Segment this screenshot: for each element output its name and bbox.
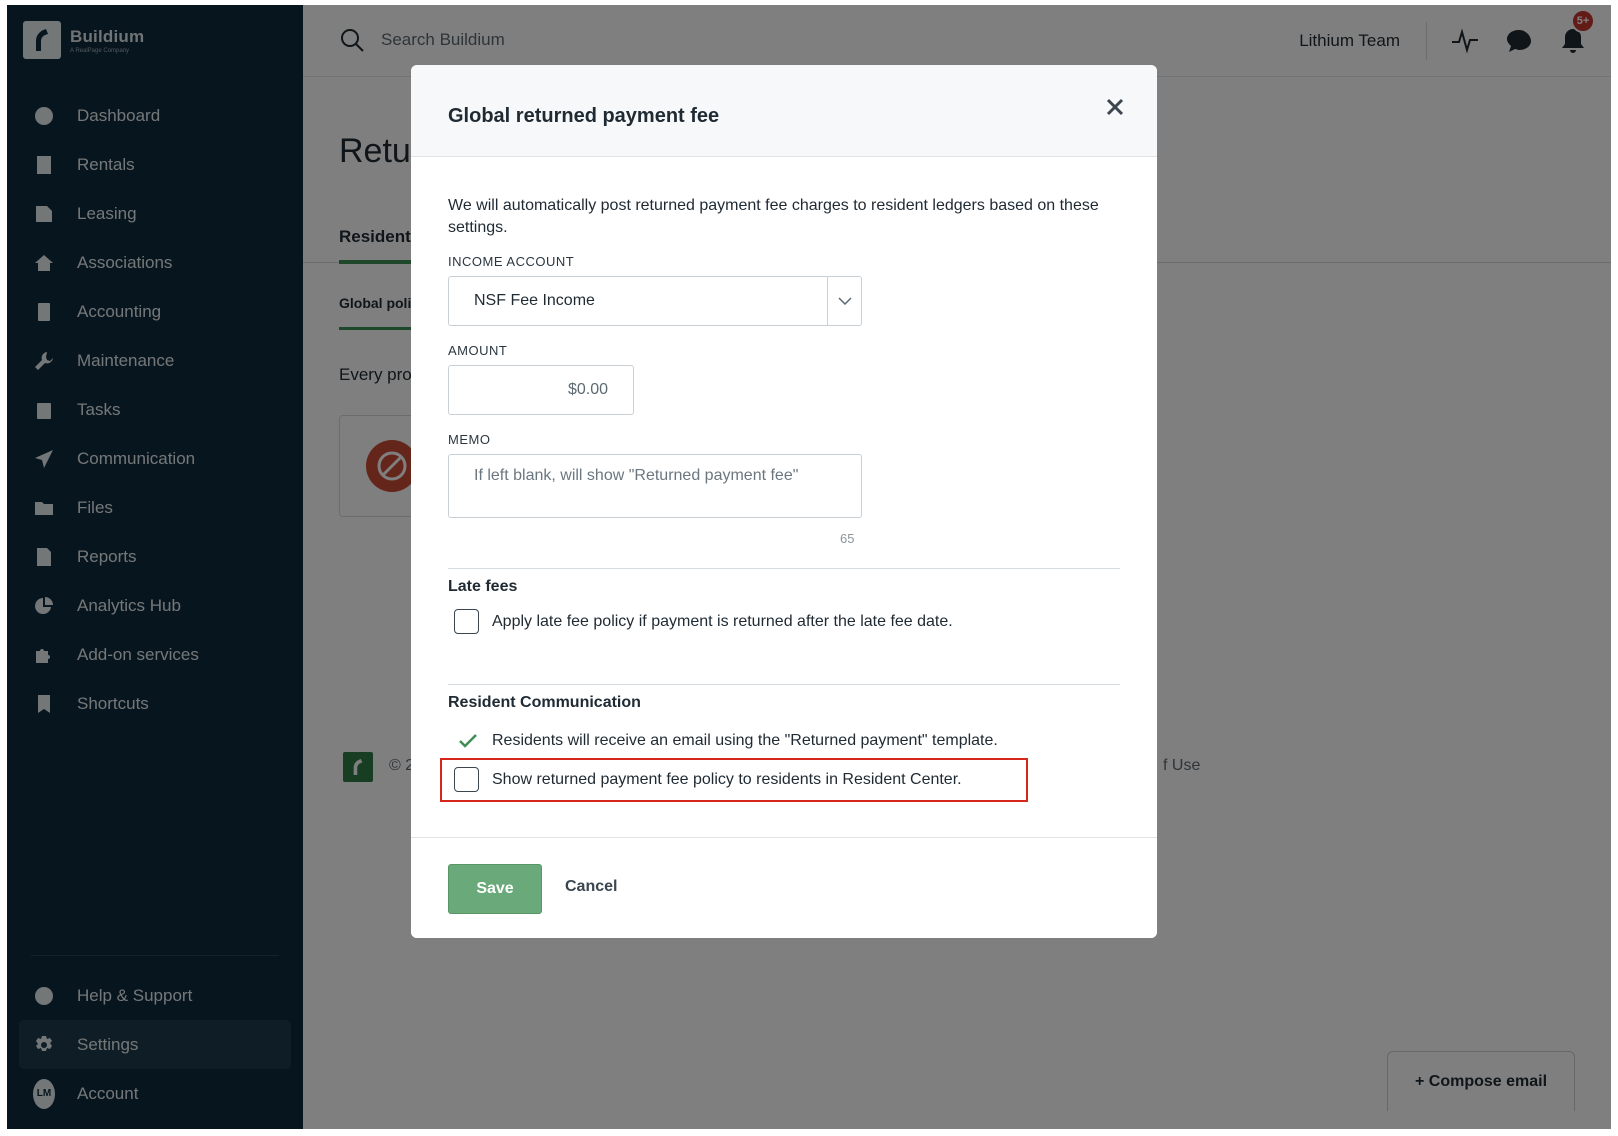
section-divider (448, 684, 1120, 685)
email-notice-row: Residents will receive an email using th… (458, 732, 998, 750)
show-policy-checkbox[interactable] (454, 767, 479, 792)
show-policy-checkbox-label[interactable]: Show returned payment fee policy to resi… (492, 771, 962, 789)
modal-header: Global returned payment fee (411, 65, 1157, 157)
modal-title: Global returned payment fee (448, 105, 720, 127)
checkmark-icon (459, 734, 477, 748)
amount-label: AMOUNT (448, 343, 508, 358)
income-account-select[interactable]: NSF Fee Income (448, 276, 862, 326)
modal-intro-text: We will automatically post returned paym… (448, 197, 1099, 236)
late-fees-title: Late fees (448, 578, 518, 595)
memo-label: MEMO (448, 432, 491, 447)
chevron-down-icon[interactable] (827, 277, 861, 325)
cancel-button[interactable]: Cancel (565, 878, 617, 896)
returned-payment-fee-dialog: Global returned payment fee We will auto… (411, 65, 1157, 938)
show-policy-checkbox-row[interactable]: Show returned payment fee policy to resi… (454, 767, 962, 792)
close-icon[interactable] (1103, 95, 1127, 119)
memo-character-count: 65 (840, 531, 855, 546)
income-account-value: NSF Fee Income (474, 292, 595, 309)
amount-input[interactable]: $0.00 (448, 365, 634, 415)
save-button[interactable]: Save (448, 864, 542, 914)
section-divider (448, 568, 1120, 569)
late-fee-checkbox[interactable] (454, 609, 479, 634)
email-notice-text: Residents will receive an email using th… (492, 732, 998, 749)
late-fee-checkbox-row[interactable]: Apply late fee policy if payment is retu… (454, 609, 953, 634)
modal-footer: Save Cancel (411, 837, 1157, 938)
resident-communication-title: Resident Communication (448, 694, 641, 711)
late-fee-checkbox-label[interactable]: Apply late fee policy if payment is retu… (492, 613, 953, 631)
income-account-label: INCOME ACCOUNT (448, 254, 575, 269)
memo-textarea[interactable]: If left blank, will show "Returned payme… (448, 454, 862, 518)
app-window: Buildium A RealPage Company Dashboard Re… (7, 5, 1611, 1129)
